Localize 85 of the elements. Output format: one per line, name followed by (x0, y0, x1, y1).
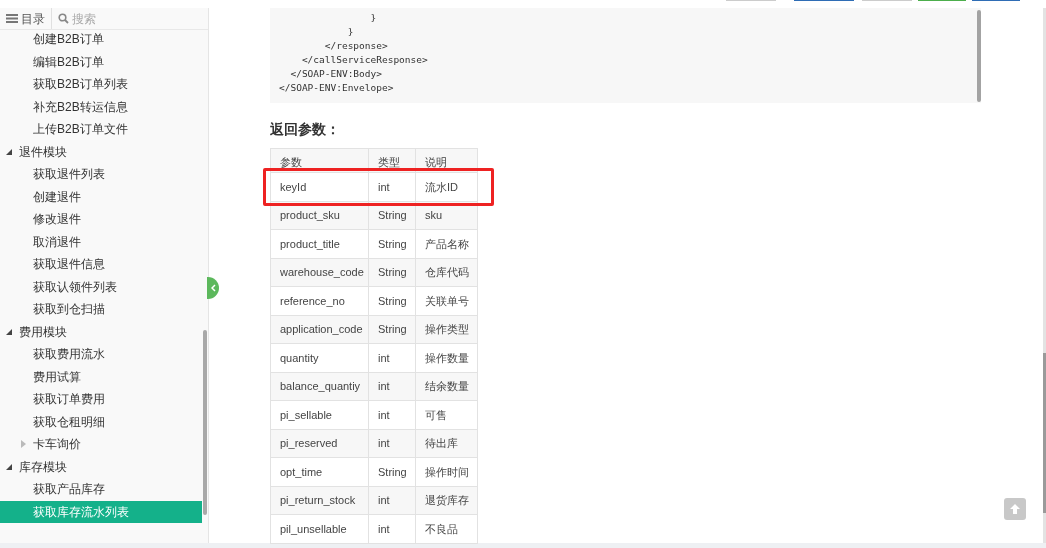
section-title: 返回参数： (270, 120, 340, 139)
table-cell: 产品名称 (415, 229, 478, 258)
table-cell: int (368, 429, 416, 458)
table-cell: 待出库 (415, 429, 478, 458)
nav-item[interactable]: 修改退件 (0, 208, 202, 231)
table-cell: quantity (270, 343, 369, 372)
nav-item[interactable]: 获取产品库存 (0, 478, 202, 501)
table-cell: 操作数量 (415, 343, 478, 372)
table-cell: int (368, 514, 416, 543)
table-cell: String (368, 286, 416, 315)
table-cell: 可售 (415, 400, 478, 429)
collapse-sidebar-button[interactable] (207, 277, 219, 299)
table-cell: sku (415, 201, 478, 230)
code-line: } (346, 25, 354, 39)
table-cell: 流水ID (415, 172, 478, 201)
table-cell: int (368, 172, 416, 201)
table-cell: 关联单号 (415, 286, 478, 315)
arrow-up-icon (1009, 503, 1021, 515)
nav-item[interactable]: 库存模块 (0, 455, 202, 478)
nav-item[interactable]: 获取仓租明细 (0, 410, 202, 433)
search-field[interactable]: 搜索 (72, 9, 202, 28)
nav-item[interactable]: 创建B2B订单 (0, 30, 202, 51)
table-cell: pil_unsellable (270, 514, 369, 543)
nav-item[interactable]: 取消退件 (0, 230, 202, 253)
nav-item[interactable]: 创建退件 (0, 185, 202, 208)
code-line: </response> (323, 39, 388, 53)
nav-item[interactable]: 补充B2B转运信息 (0, 95, 202, 118)
table-cell: 仓库代码 (415, 258, 478, 287)
table-cell: String (368, 229, 416, 258)
table-cell: pi_return_stock (270, 486, 369, 515)
toc-tab[interactable]: 目录 (0, 8, 52, 29)
table-cell: int (368, 372, 416, 401)
nav-item[interactable]: 获取订单费用 (0, 388, 202, 411)
collapsed-triangle-icon[interactable] (21, 440, 26, 449)
table-cell: product_sku (270, 201, 369, 230)
chevron-left-icon (210, 284, 216, 292)
table-cell: warehouse_code (270, 258, 369, 287)
nav-item[interactable]: 费用模块 (0, 320, 202, 343)
table-cell: String (368, 457, 416, 486)
table-cell: pi_sellable (270, 400, 369, 429)
page-scrollbar[interactable] (1043, 353, 1046, 513)
code-line: </SOAP-ENV:Body> (289, 67, 382, 81)
code-line: } (369, 11, 377, 25)
code-scrollbar[interactable] (977, 10, 981, 102)
table-cell: product_title (270, 229, 369, 258)
table-cell: keyId (270, 172, 369, 201)
table-cell: balance_quantiy (270, 372, 369, 401)
nav-item[interactable]: 退件模块 (0, 140, 202, 163)
table-cell: 不良品 (415, 514, 478, 543)
nav-item[interactable]: 获取B2B订单列表 (0, 73, 202, 96)
table-cell: opt_time (270, 457, 369, 486)
table-cell: String (368, 315, 416, 344)
nav-item[interactable]: 费用试算 (0, 365, 202, 388)
table-cell: int (368, 486, 416, 515)
nav-item[interactable]: 获取认领件列表 (0, 275, 202, 298)
table-cell: 结余数量 (415, 372, 478, 401)
expanded-triangle-icon[interactable] (6, 148, 12, 155)
table-cell: String (368, 201, 416, 230)
code-line: </callServiceResponse> (300, 53, 428, 67)
scrollbar[interactable] (203, 330, 207, 515)
table-cell: int (368, 400, 416, 429)
table-cell: reference_no (270, 286, 369, 315)
table-cell: 操作类型 (415, 315, 478, 344)
table-cell: 操作时间 (415, 457, 478, 486)
search-icon (58, 13, 69, 24)
column-header: 类型 (368, 148, 416, 173)
column-header: 参数 (270, 148, 369, 173)
table-cell: 退货库存 (415, 486, 478, 515)
table-cell: int (368, 343, 416, 372)
menu-icon (6, 14, 18, 23)
nav-item[interactable]: 上传B2B订单文件 (0, 118, 202, 141)
expanded-triangle-icon[interactable] (6, 328, 12, 335)
nav-item[interactable]: 编辑B2B订单 (0, 50, 202, 73)
code-line: </SOAP-ENV:Envelope> (279, 81, 394, 95)
column-header: 说明 (415, 148, 478, 173)
nav-item[interactable]: 获取到仓扫描 (0, 298, 202, 321)
table-cell: application_code (270, 315, 369, 344)
back-to-top-button[interactable] (1004, 498, 1026, 520)
nav-item[interactable]: 获取费用流水 (0, 343, 202, 366)
table-cell: String (368, 258, 416, 287)
nav-item[interactable]: 卡车询价 (0, 433, 202, 456)
table-cell: pi_reserved (270, 429, 369, 458)
nav-item[interactable]: 获取退件列表 (0, 163, 202, 186)
expanded-triangle-icon[interactable] (6, 463, 12, 470)
nav-item[interactable]: 获取退件信息 (0, 253, 202, 276)
